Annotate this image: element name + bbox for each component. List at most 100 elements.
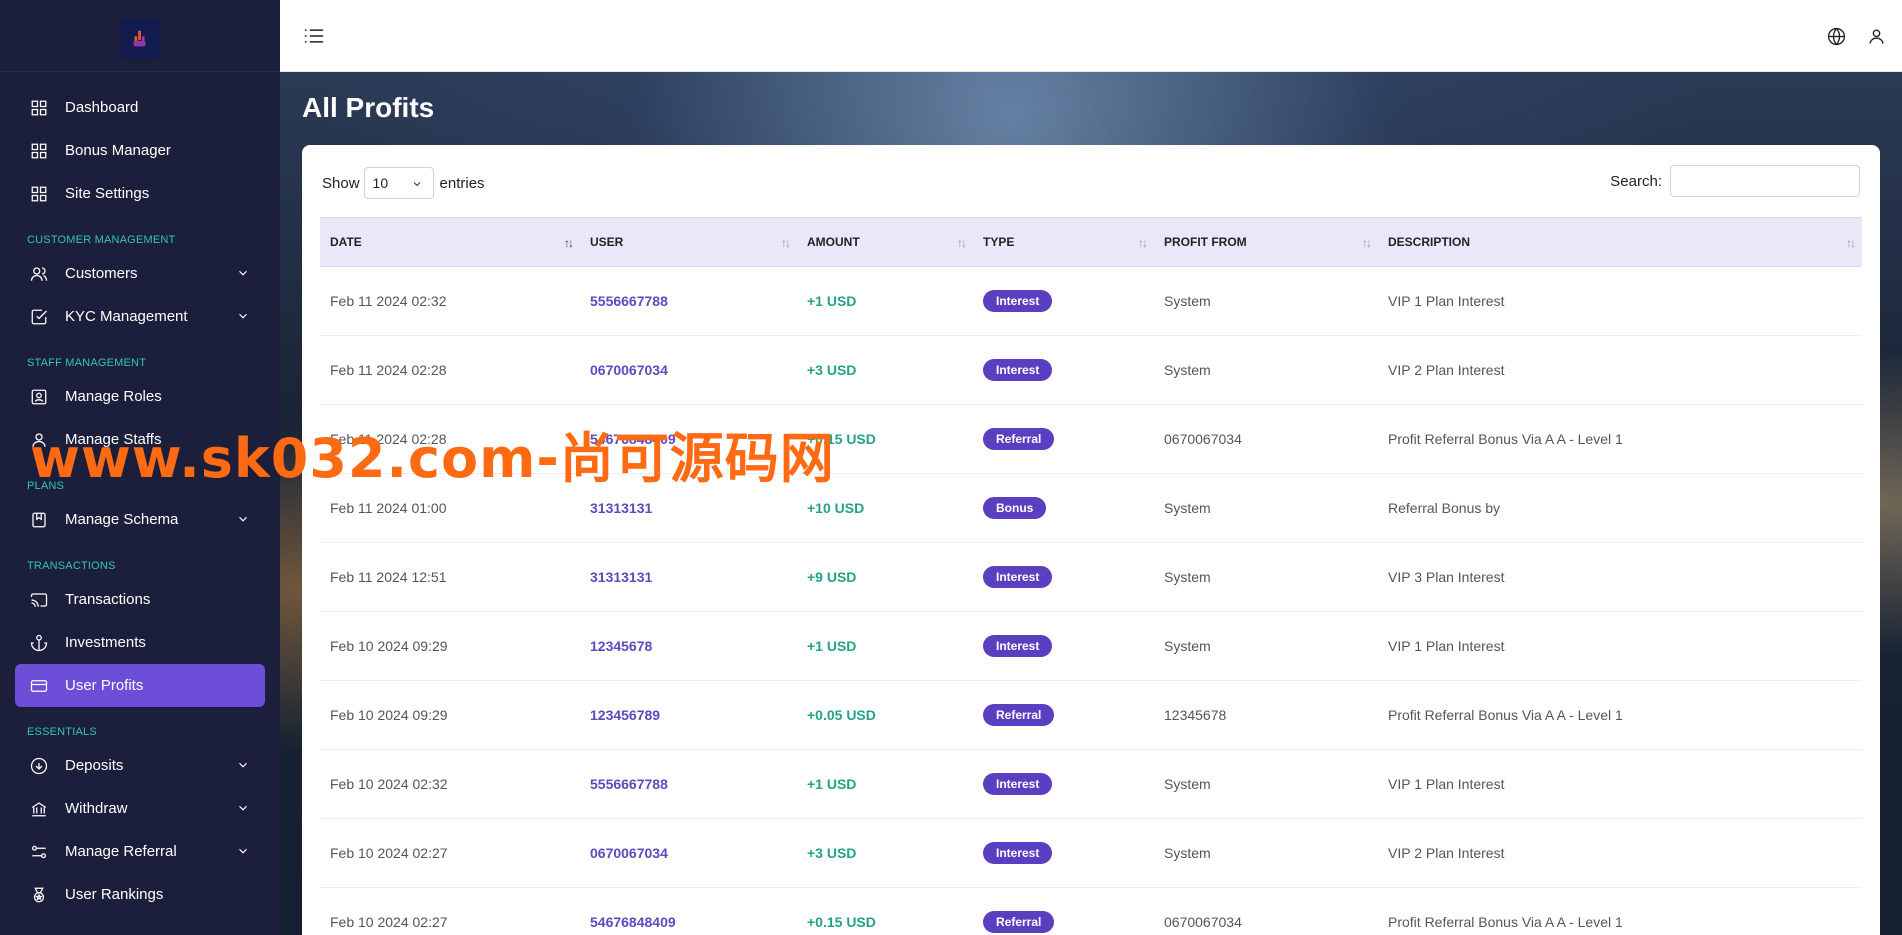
table-row: Feb 11 2024 02:32 5556667788 +1 USD Inte… (320, 267, 1862, 336)
cell-amount: +3 USD (807, 845, 857, 861)
sidebar-item-bonus-manager[interactable]: Bonus Manager (15, 129, 265, 172)
type-badge: Referral (983, 911, 1055, 933)
chevron-down-icon (236, 801, 250, 815)
page-title: All Profits (302, 92, 435, 123)
sidebar-item-label: User Rankings (65, 886, 164, 903)
column-header-description[interactable]: DESCRIPTION ↑↓ (1378, 217, 1862, 267)
type-badge: Interest (983, 566, 1053, 588)
cell-description: Referral Bonus by (1388, 500, 1501, 516)
table-header-row: DATE ↑↓ USER ↑↓ AMOUNT ↑↓ TYPE ↑↓ PROFIT FRO… (320, 217, 1862, 267)
logo[interactable] (120, 19, 160, 59)
cell-date: Feb 11 2024 02:32 (330, 293, 447, 309)
medal-icon (30, 886, 48, 904)
entries-control: Show 10 entries (322, 167, 485, 199)
cell-date: Feb 10 2024 09:29 (330, 638, 448, 654)
cell-user-link[interactable]: 54676848409 (580, 888, 797, 935)
cell-date: Feb 10 2024 02:27 (330, 914, 448, 930)
list-icon[interactable] (304, 27, 324, 45)
sidebar-item-user-profits[interactable]: User Profits (15, 664, 265, 707)
cell-type: Interest (973, 336, 1154, 405)
cell-type: Referral (973, 888, 1154, 935)
column-header-user[interactable]: USER ↑↓ (580, 217, 797, 267)
show-label: Show (322, 174, 360, 192)
cell-type: Referral (973, 405, 1154, 474)
sidebar-item-dashboard[interactable]: Dashboard (15, 86, 265, 129)
cell-amount: +1 USD (807, 293, 857, 309)
cell-date: Feb 11 2024 02:28 (330, 362, 447, 378)
credit-card-icon (30, 677, 48, 695)
cell-amount: +0.15 USD (807, 914, 876, 930)
cell-profit-from: 0670067034 (1164, 431, 1242, 447)
column-header-type[interactable]: TYPE ↑↓ (973, 217, 1154, 267)
sidebar-item-label: Site Settings (65, 185, 150, 202)
sidebar-item-label: Investments (65, 634, 146, 651)
cell-description: Profit Referral Bonus Via A A - Level 1 (1388, 914, 1623, 930)
cell-date: Feb 11 2024 12:51 (330, 569, 447, 585)
cell-user-link[interactable]: 123456789 (580, 681, 797, 750)
sidebar-item-site-settings[interactable]: Site Settings (15, 172, 265, 215)
cell-date: Feb 10 2024 09:29 (330, 707, 448, 723)
user-icon[interactable] (1867, 27, 1886, 46)
cell-amount: +0.05 USD (807, 707, 876, 723)
sidebar-item-user-rankings[interactable]: User Rankings (15, 873, 265, 916)
cell-description: VIP 1 Plan Interest (1388, 293, 1505, 309)
sidebar-item-transactions[interactable]: Transactions (15, 578, 265, 621)
watermark-overlay: www.sk032.com-尚可源码网 (30, 427, 835, 490)
sidebar-item-label: Transactions (65, 591, 151, 608)
column-header-profit-from[interactable]: PROFIT FROM ↑↓ (1154, 217, 1378, 267)
column-header-amount[interactable]: AMOUNT ↑↓ (797, 217, 973, 267)
entries-value: 10 (372, 175, 389, 191)
cell-type: Referral (973, 681, 1154, 750)
cell-user-link[interactable]: 5556667788 (580, 750, 797, 819)
sidebar-item-withdraw[interactable]: Withdraw (15, 787, 265, 830)
checkbox-icon (30, 308, 48, 326)
sidebar-item-manage-schema[interactable]: Manage Schema (15, 498, 265, 541)
cell-user-link[interactable]: 31313131 (580, 543, 797, 612)
sidebar-item-kyc-management[interactable]: KYC Management (15, 295, 265, 338)
sidebar-item-label: Deposits (65, 757, 124, 774)
cell-user-link[interactable]: 0670067034 (580, 819, 797, 888)
cell-profit-from: System (1164, 500, 1211, 516)
cell-profit-from: System (1164, 293, 1211, 309)
sidebar-section-title: TRANSACTIONS (27, 560, 116, 572)
arrow-down-circle-icon (30, 757, 48, 775)
cell-amount: +9 USD (807, 569, 857, 585)
sidebar-item-investments[interactable]: Investments (15, 621, 265, 664)
chevron-down-icon (236, 844, 250, 858)
column-header-date[interactable]: DATE ↑↓ (320, 217, 580, 267)
cell-type: Interest (973, 543, 1154, 612)
table-row: Feb 10 2024 09:29 123456789 +0.05 USD Re… (320, 681, 1862, 750)
cell-amount: +3 USD (807, 362, 857, 378)
type-badge: Interest (983, 359, 1053, 381)
cell-user-link[interactable]: 5556667788 (580, 267, 797, 336)
sidebar-section-title: STAFF MANAGEMENT (27, 357, 147, 369)
cell-description: Profit Referral Bonus Via A A - Level 1 (1388, 707, 1623, 723)
type-badge: Referral (983, 428, 1055, 450)
grid-icon (30, 185, 48, 203)
sidebar-item-manage-roles[interactable]: Manage Roles (15, 375, 265, 418)
anchor-icon (30, 634, 48, 652)
sidebar-item-label: Dashboard (65, 99, 139, 116)
sidebar-item-label: Manage Roles (65, 388, 162, 405)
sidebar-item-label: Manage Schema (65, 511, 179, 528)
globe-icon[interactable] (1827, 27, 1846, 46)
cell-profit-from: 12345678 (1164, 707, 1227, 723)
sliders-icon (30, 843, 48, 861)
type-badge: Interest (983, 290, 1053, 312)
top-header (280, 0, 1902, 72)
cell-user-link[interactable]: 12345678 (580, 612, 797, 681)
sidebar-item-customers[interactable]: Customers (15, 252, 265, 295)
sidebar-item-deposits[interactable]: Deposits (15, 744, 265, 787)
profits-card: Show 10 entries Search: DATE ↑↓ USER ↑↓ AM… (302, 145, 1880, 935)
sort-asc-icon: ↑↓ (564, 236, 574, 250)
sidebar-item-label: Withdraw (65, 800, 128, 817)
cell-profit-from: System (1164, 776, 1211, 792)
sidebar-item-label: Bonus Manager (65, 142, 171, 159)
type-badge: Interest (983, 635, 1053, 657)
grid-icon (30, 142, 48, 160)
entries-select[interactable]: 10 (363, 167, 434, 199)
cell-user-link[interactable]: 0670067034 (580, 336, 797, 405)
search-input[interactable] (1670, 165, 1860, 197)
sidebar-item-manage-referral[interactable]: Manage Referral (15, 830, 265, 873)
profits-table: DATE ↑↓ USER ↑↓ AMOUNT ↑↓ TYPE ↑↓ PROFIT FRO… (320, 217, 1862, 935)
